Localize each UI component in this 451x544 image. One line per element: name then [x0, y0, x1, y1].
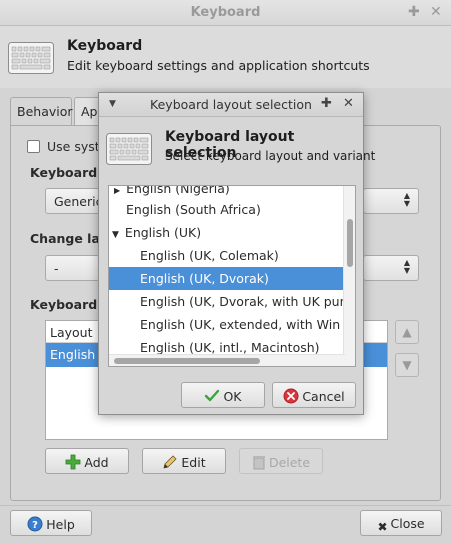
trash-icon [252, 456, 265, 470]
horizontal-scrollbar[interactable] [109, 354, 345, 366]
main-titlebar: Keyboard ✚ ✕ [0, 0, 451, 26]
keyboard-icon [8, 42, 54, 74]
checkmark-icon [205, 389, 220, 402]
cancel-button[interactable]: Cancel [272, 382, 356, 408]
list-item-label: English (UK, Dvorak) [140, 271, 269, 286]
updown-icon: ▲ ▼ [403, 258, 410, 275]
help-button-label: Help [46, 517, 75, 532]
help-button[interactable]: ? Help [10, 510, 92, 536]
header-area: Keyboard Edit keyboard settings and appl… [0, 26, 451, 88]
list-item-label: English (Nigeria) [126, 185, 230, 196]
list-item-label: English (South Africa) [126, 202, 261, 217]
footer-separator [0, 505, 451, 506]
move-up-button[interactable]: ▲ [395, 320, 419, 344]
pencil-icon [163, 455, 177, 469]
use-system-checkbox[interactable] [27, 140, 40, 153]
arrow-down-icon: ▼ [402, 358, 412, 372]
close-icon[interactable]: ✕ [430, 5, 442, 19]
edit-button[interactable]: Edit [142, 448, 226, 474]
close-icon: ✖ [377, 520, 388, 534]
change-layout-combo-tail[interactable]: ▲ ▼ [363, 255, 419, 281]
svg-text:?: ? [32, 520, 38, 531]
list-item[interactable]: English (UK, extended, with Win keys [109, 313, 345, 336]
close-button[interactable]: ✖ Close [360, 510, 442, 536]
dialog-titlebar: ▼ Keyboard layout selection ✚ ✕ [99, 93, 363, 117]
delete-button[interactable]: Delete [239, 448, 323, 474]
dialog-subtitle: Select keyboard layout and variant [165, 149, 376, 163]
tab-label: Ap [81, 104, 98, 119]
list-item[interactable]: English (UK, Colemak) [109, 244, 345, 267]
change-layout-combo[interactable]: - [45, 255, 100, 281]
list-item-label: English (UK, Dvorak, with UK punctu [140, 294, 345, 309]
list-item-label: English (UK, Colemak) [140, 248, 279, 263]
layout-list[interactable]: ▶ English (Nigeria) English (South Africa… [108, 185, 356, 367]
ok-button[interactable]: OK [181, 382, 265, 408]
arrow-up-icon: ▲ [402, 325, 412, 339]
maximize-icon[interactable]: ✚ [321, 97, 332, 110]
list-item-label: English (UK, intl., Macintosh) [140, 340, 320, 355]
keyboard-icon [106, 133, 152, 165]
cancel-icon [283, 388, 299, 404]
add-button[interactable]: Add [45, 448, 129, 474]
ok-button-label: OK [223, 389, 242, 404]
expander-expanded-icon[interactable]: ▼ [112, 230, 119, 240]
list-item[interactable]: English (UK, Dvorak, with UK punctu [109, 290, 345, 313]
edit-button-label: Edit [181, 455, 206, 470]
updown-icon: ▲ ▼ [403, 191, 410, 208]
expander-collapsed-icon[interactable]: ▶ [114, 186, 120, 195]
cancel-button-label: Cancel [302, 389, 345, 404]
list-item[interactable]: ▼ English (UK) [109, 221, 345, 244]
tab-label: Behavior [17, 104, 73, 119]
delete-button-label: Delete [268, 455, 311, 470]
vertical-scrollbar[interactable] [343, 186, 355, 366]
keyboard-model-combo[interactable]: Generic [45, 188, 103, 214]
close-icon[interactable]: ✕ [343, 97, 354, 110]
tab-behavior[interactable]: Behavior [10, 97, 73, 125]
change-layout-value: - [54, 261, 59, 276]
header-title: Keyboard [67, 38, 143, 54]
list-item-selected[interactable]: English (UK, Dvorak) [109, 267, 345, 290]
close-button-label: Close [390, 516, 425, 531]
list-item-label: English (UK) [124, 225, 202, 240]
move-down-button[interactable]: ▼ [395, 353, 419, 377]
vertical-scroll-thumb[interactable] [347, 219, 353, 267]
list-item-label: English (UK, extended, with Win keys [140, 317, 345, 332]
header-subtitle: Edit keyboard settings and application s… [67, 58, 370, 73]
add-button-label: Add [84, 455, 109, 470]
keyboard-model-value: Generic [54, 194, 103, 209]
plus-icon [65, 454, 81, 470]
keyboard-model-combo-tail[interactable]: ▲ ▼ [363, 188, 419, 214]
horizontal-scroll-thumb[interactable] [114, 358, 260, 364]
list-item[interactable]: English (South Africa) [109, 198, 345, 221]
maximize-icon[interactable]: ✚ [408, 5, 420, 19]
window-title: Keyboard [190, 5, 261, 20]
help-icon: ? [27, 516, 43, 532]
keyboard-layout-dialog: ▼ Keyboard layout selection ✚ ✕ Keyboard… [98, 92, 375, 415]
